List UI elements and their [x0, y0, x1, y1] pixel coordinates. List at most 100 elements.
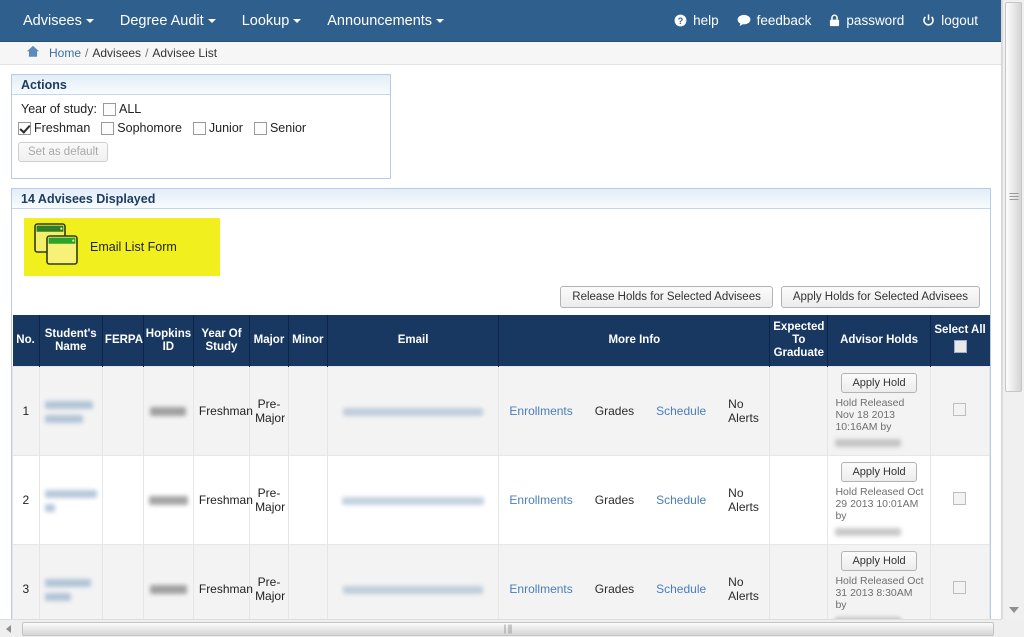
- col-header-minor[interactable]: Minor: [287, 315, 328, 367]
- checkbox-all[interactable]: [102, 102, 116, 116]
- apply-hold-button[interactable]: Apply Hold: [841, 462, 917, 482]
- nav-item-announcements-label: Announcements: [327, 12, 433, 29]
- row-select-checkbox[interactable]: [953, 581, 967, 594]
- col-header-major[interactable]: Major: [249, 315, 289, 367]
- cell-more-info: Enrollments Grades Schedule No Alerts: [498, 366, 771, 456]
- enrollments-link[interactable]: Enrollments: [509, 404, 572, 418]
- set-as-default-button[interactable]: Set as default: [18, 142, 109, 162]
- nav-item-lookup[interactable]: Lookup: [229, 7, 315, 35]
- col-header-hopkins-id[interactable]: Hopkins ID: [142, 315, 194, 367]
- advisee-table-body: 1 Freshman Pre-Major Enrollments Grades …: [12, 366, 991, 619]
- redacted-text: [149, 585, 187, 595]
- checkbox-junior-label: Junior: [208, 121, 243, 135]
- advisees-panel-body: Email List Form Release Holds for Select…: [12, 218, 991, 619]
- feedback-button[interactable]: feedback: [728, 8, 821, 33]
- row-select-checkbox[interactable]: [953, 403, 967, 416]
- nav-utility-group: ? help feedback password logout: [665, 8, 987, 33]
- redacted-text: [835, 439, 902, 448]
- select-all-checkbox[interactable]: [953, 340, 967, 353]
- apply-holds-for-selected-button[interactable]: Apply Holds for Selected Advisees: [780, 286, 980, 308]
- enrollments-link[interactable]: Enrollments: [509, 582, 572, 596]
- cell-student-name[interactable]: [38, 366, 103, 456]
- horizontal-scrollbar-thumb[interactable]: [22, 621, 994, 636]
- alerts-status[interactable]: No Alerts: [728, 575, 764, 603]
- cell-select: [929, 544, 991, 619]
- cell-email[interactable]: [326, 544, 500, 619]
- grades-link[interactable]: Grades: [595, 582, 634, 596]
- col-header-select-all-label: Select All: [934, 324, 986, 336]
- cell-email[interactable]: [326, 455, 500, 545]
- horizontal-scrollbar[interactable]: [0, 619, 1024, 637]
- col-header-expected-to-graduate[interactable]: Expected To Graduate: [769, 315, 829, 367]
- hold-note-author: [833, 526, 924, 538]
- col-header-advisor-holds[interactable]: Advisor Holds: [827, 315, 931, 367]
- apply-hold-button[interactable]: Apply Hold: [841, 551, 917, 571]
- col-header-no[interactable]: No.: [12, 315, 40, 367]
- cell-hopkins-id: [142, 455, 194, 545]
- nav-menu-group: Advisees Degree Audit Lookup Announcemen…: [10, 7, 457, 35]
- breadcrumb: Home / Advisees / Advisee List: [0, 42, 1001, 65]
- redacted-text: [835, 528, 902, 537]
- nav-item-lookup-label: Lookup: [241, 12, 290, 29]
- redacted-text: [44, 400, 93, 409]
- power-icon: [922, 14, 935, 27]
- help-button[interactable]: ? help: [665, 8, 728, 33]
- schedule-link[interactable]: Schedule: [656, 582, 706, 596]
- password-button[interactable]: password: [820, 8, 913, 33]
- cell-hopkins-id: [142, 366, 194, 456]
- cell-student-name[interactable]: [38, 544, 103, 619]
- redacted-text: [44, 489, 97, 498]
- checkbox-senior[interactable]: [253, 121, 267, 135]
- col-header-year-of-study[interactable]: Year Of Study: [192, 315, 251, 367]
- vertical-scrollbar-thumb[interactable]: [1005, 2, 1022, 392]
- breadcrumb-advisees[interactable]: Advisees: [92, 46, 141, 60]
- cell-year-of-study: Freshman: [192, 455, 253, 545]
- alerts-status[interactable]: No Alerts: [728, 397, 764, 425]
- nav-item-degree-audit[interactable]: Degree Audit: [107, 7, 229, 35]
- help-label: help: [693, 13, 719, 28]
- cell-year-of-study: Freshman: [192, 544, 253, 619]
- row-select-checkbox[interactable]: [953, 492, 967, 505]
- nav-item-advisees[interactable]: Advisees: [10, 7, 107, 35]
- table-row: 2 Freshman Pre-Major Enrollments Grades …: [12, 455, 991, 545]
- breadcrumb-separator-1: /: [85, 46, 89, 60]
- alerts-status[interactable]: No Alerts: [728, 486, 764, 514]
- cell-student-name[interactable]: [38, 455, 103, 545]
- feedback-label: feedback: [756, 13, 812, 28]
- schedule-link[interactable]: Schedule: [656, 493, 706, 507]
- chevron-down-icon: [207, 18, 216, 23]
- table-row: 3 Freshman Pre-Major Enrollments Grades …: [12, 544, 991, 619]
- nav-item-announcements[interactable]: Announcements: [314, 7, 457, 35]
- checkbox-junior[interactable]: [192, 121, 206, 135]
- col-header-students-name[interactable]: Student's Name: [38, 315, 103, 367]
- vertical-scrollbar[interactable]: [1002, 0, 1024, 619]
- cell-ferpa: [101, 455, 144, 545]
- horizontal-scrollbar-track[interactable]: [16, 621, 1008, 637]
- logout-button[interactable]: logout: [913, 8, 987, 33]
- col-header-email[interactable]: Email: [326, 315, 500, 367]
- release-holds-for-selected-button[interactable]: Release Holds for Selected Advisees: [560, 286, 773, 308]
- cell-select: [929, 455, 991, 545]
- checkbox-sophomore[interactable]: [101, 121, 115, 135]
- col-header-more-info[interactable]: More Info: [498, 315, 771, 367]
- enrollments-link[interactable]: Enrollments: [509, 493, 572, 507]
- cell-ferpa: [101, 366, 144, 456]
- grades-link[interactable]: Grades: [595, 404, 634, 418]
- apply-hold-button[interactable]: Apply Hold: [841, 373, 917, 393]
- redacted-text: [342, 496, 485, 505]
- scroll-down-arrow-icon[interactable]: [1008, 607, 1019, 613]
- col-header-ferpa[interactable]: FERPA: [101, 315, 144, 367]
- cell-email[interactable]: [326, 366, 500, 456]
- actions-panel-body: Year of study: ALL Freshman Sophomore Ju…: [12, 95, 390, 175]
- schedule-link[interactable]: Schedule: [656, 404, 706, 418]
- actions-section: Actions Year of study: ALL Freshman Soph…: [0, 65, 1001, 179]
- redacted-text: [343, 407, 484, 416]
- cell-advisor-holds: Apply Hold Hold Released Oct 29 2013 10:…: [827, 455, 931, 545]
- actions-panel: Actions Year of study: ALL Freshman Soph…: [11, 74, 391, 179]
- grades-link[interactable]: Grades: [595, 493, 634, 507]
- checkbox-freshman[interactable]: [18, 121, 31, 135]
- email-list-form-button[interactable]: Email List Form: [24, 218, 220, 276]
- breadcrumb-home-link[interactable]: Home: [49, 46, 81, 60]
- scroll-left-arrow-icon[interactable]: [0, 625, 16, 633]
- breadcrumb-separator-2: /: [145, 46, 149, 60]
